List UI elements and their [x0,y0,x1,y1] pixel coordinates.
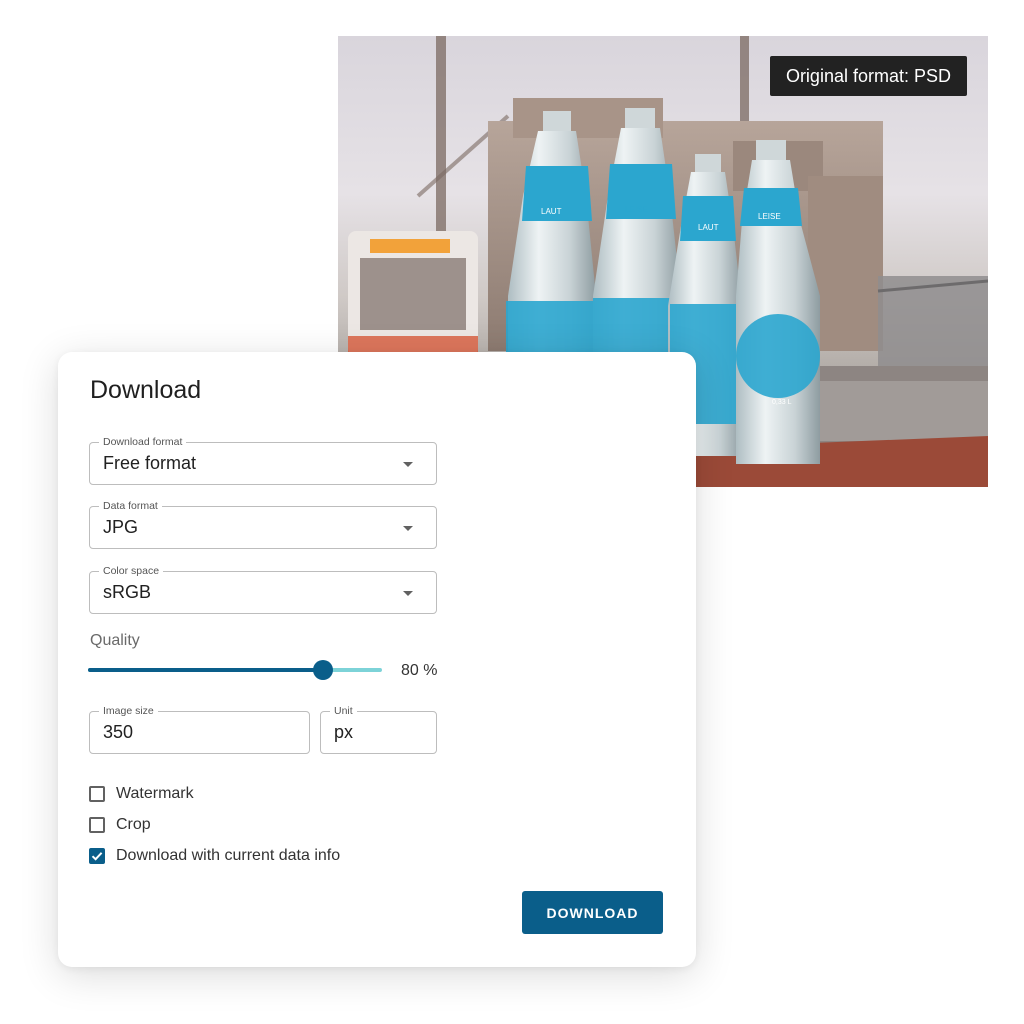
data-info-checkbox[interactable] [89,848,105,864]
data-format-value: JPG [103,517,139,537]
original-format-badge: Original format: PSD [769,56,967,96]
data-format-select[interactable]: Data format JPG [89,499,437,549]
bottle-label-3: LAUT [698,223,719,232]
unit-input[interactable]: Unit px [320,704,437,754]
chevron-down-icon [403,525,413,531]
bottle-label-2: LEISE [625,205,648,214]
quality-value: 80 % [401,662,438,679]
data-info-label: Download with current data info [116,847,341,864]
download-button[interactable]: DOWNLOAD [522,891,663,934]
chevron-down-icon [403,461,413,467]
data-info-option[interactable]: Download with current data info [89,846,340,866]
download-format-value: Free format [103,453,197,473]
image-size-input[interactable]: Image size 350 [89,704,310,754]
watermark-option[interactable]: Watermark [89,784,194,804]
bottle-volume: 0,33 L [772,399,792,406]
checkmark-icon [91,852,103,861]
bottle-label-4: LEISE [758,212,781,221]
download-dialog: Download Download format Free format Dat… [58,352,696,967]
quality-label: Quality [90,632,140,649]
crop-option[interactable]: Crop [89,815,151,835]
slider-thumb[interactable] [313,660,334,680]
color-space-select[interactable]: Color space sRGB [89,564,437,614]
chevron-down-icon [403,590,413,596]
bottle-label-1: LAUT [541,207,562,216]
dialog-title: Download [90,376,202,404]
crop-label: Crop [116,816,151,833]
crop-checkbox[interactable] [89,817,105,833]
unit-value: px [334,722,354,742]
watermark-checkbox[interactable] [89,786,105,802]
watermark-label: Watermark [116,785,194,802]
image-size-value: 350 [103,722,134,742]
quality-slider[interactable] [88,660,382,680]
color-space-value: sRGB [103,582,152,602]
slider-track [88,668,324,672]
download-format-select[interactable]: Download format Free format [89,435,437,485]
